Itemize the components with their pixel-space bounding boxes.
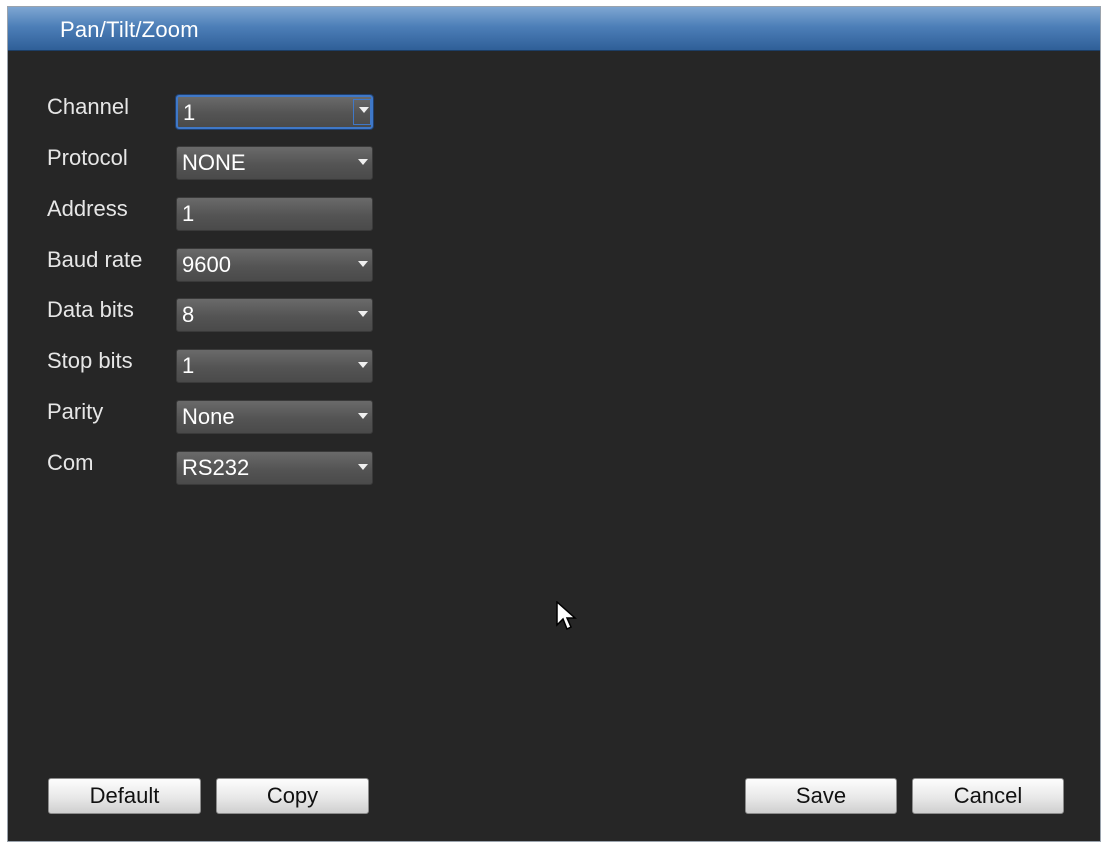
protocol-label: Protocol [47, 145, 128, 170]
protocol-row: Protocol NONE [47, 143, 377, 180]
default-button[interactable]: Default [48, 778, 201, 814]
channel-value: 1 [183, 100, 196, 125]
chevron-down-icon [358, 413, 368, 419]
address-label: Address [47, 196, 128, 221]
protocol-select[interactable]: NONE [176, 146, 373, 180]
cancel-button[interactable]: Cancel [912, 778, 1064, 814]
channel-label: Channel [47, 94, 129, 119]
address-row: Address 1 [47, 194, 377, 231]
baud-rate-value: 9600 [182, 252, 231, 277]
baud-rate-row: Baud rate 9600 [47, 245, 377, 282]
com-label: Com [47, 450, 94, 475]
parity-label: Parity [47, 399, 104, 424]
chevron-down-icon [358, 464, 368, 470]
stop-bits-row: Stop bits 1 [47, 346, 377, 383]
baud-rate-select[interactable]: 9600 [176, 248, 373, 282]
chevron-down-icon [359, 107, 369, 113]
channel-row: Channel 1 [47, 92, 377, 129]
com-select[interactable]: RS232 [176, 451, 373, 485]
data-bits-row: Data bits 8 [47, 295, 377, 332]
chevron-down-icon [358, 159, 368, 165]
parity-select[interactable]: None [176, 400, 373, 434]
data-bits-select[interactable]: 8 [176, 298, 373, 332]
com-row: Com RS232 [47, 448, 377, 485]
chevron-down-icon [358, 261, 368, 267]
window-title: Pan/Tilt/Zoom [60, 17, 199, 42]
copy-button[interactable]: Copy [216, 778, 369, 814]
save-button[interactable]: Save [745, 778, 897, 814]
data-bits-label: Data bits [47, 297, 134, 322]
data-bits-value: 8 [182, 302, 195, 327]
mouse-pointer-icon [556, 600, 578, 638]
title-bar: Pan/Tilt/Zoom [8, 7, 1100, 51]
protocol-value: NONE [182, 150, 246, 175]
chevron-down-icon [358, 311, 368, 317]
baud-rate-label: Baud rate [47, 247, 143, 272]
chevron-down-icon [358, 362, 368, 368]
address-input[interactable]: 1 [176, 197, 373, 231]
stop-bits-value: 1 [182, 353, 195, 378]
stop-bits-select[interactable]: 1 [176, 349, 373, 383]
parity-row: Parity None [47, 397, 377, 434]
ptz-settings-window: Pan/Tilt/Zoom Channel 1 Protocol NONE Ad… [7, 6, 1101, 842]
channel-select[interactable]: 1 [176, 95, 373, 129]
parity-value: None [182, 404, 235, 429]
stop-bits-label: Stop bits [47, 348, 133, 373]
address-value: 1 [182, 201, 195, 226]
com-value: RS232 [182, 455, 250, 480]
